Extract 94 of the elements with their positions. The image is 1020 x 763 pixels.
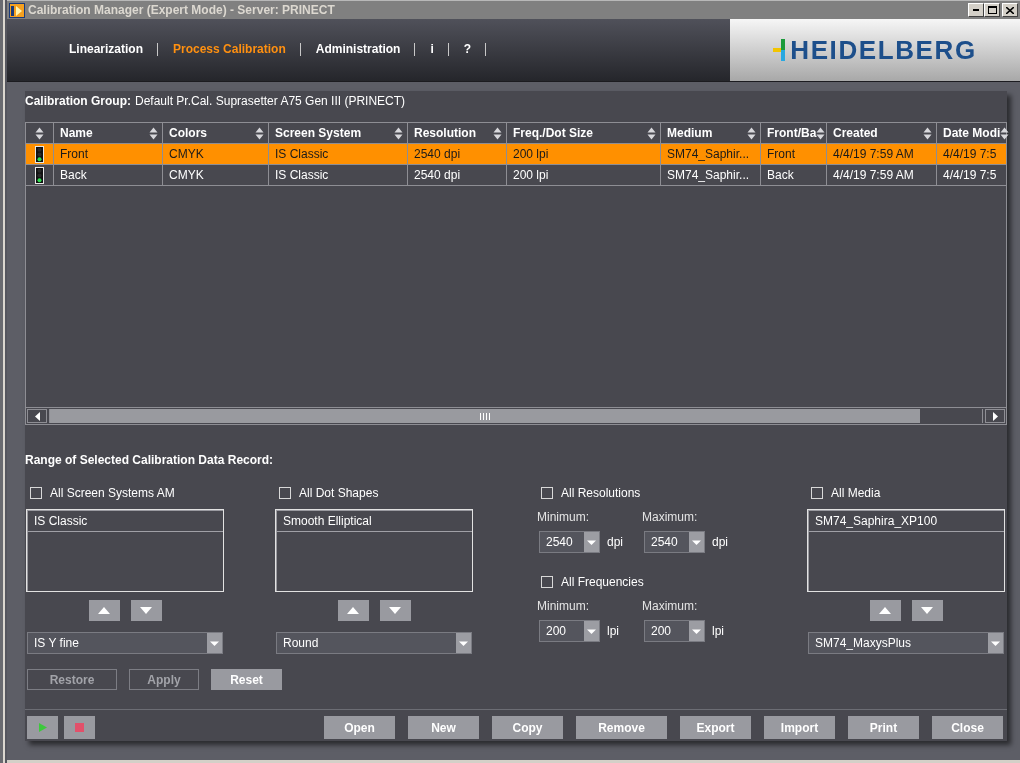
scroll-right-button[interactable]: [985, 409, 1005, 423]
down-triangle-icon: [921, 607, 933, 614]
checkbox[interactable]: [541, 576, 553, 588]
move-up-button[interactable]: [337, 600, 369, 621]
move-up-button[interactable]: [88, 600, 120, 621]
table-cell: 200 lpi: [507, 144, 661, 165]
dropdown[interactable]: SM74_MaxysPlus: [808, 632, 1004, 654]
checkbox[interactable]: [30, 487, 42, 499]
dropdown[interactable]: 200: [539, 620, 600, 642]
checkbox-label[interactable]: All Resolutions: [561, 486, 641, 500]
table-cell: 2540 dpi: [408, 144, 507, 165]
table-cell: CMYK: [163, 144, 269, 165]
section-title: Range of Selected Calibration Data Record:: [25, 453, 275, 467]
table-cell: 4/4/19 7:59 AM: [827, 165, 937, 186]
sort-icon[interactable]: [647, 126, 656, 140]
move-up-button[interactable]: [869, 600, 901, 621]
nav-tab[interactable]: Administration: [315, 42, 401, 56]
checkbox[interactable]: [811, 487, 823, 499]
table-cell: SM74_Saphir...: [661, 165, 761, 186]
table-cell: IS Classic: [269, 165, 408, 186]
checkbox-label[interactable]: All Frequencies: [561, 575, 644, 589]
table-cell: Front: [54, 144, 163, 165]
table-cell: Back: [761, 165, 827, 186]
down-triangle-icon: [389, 607, 401, 614]
table-cell: SM74_Saphir...: [661, 144, 761, 165]
play-icon: [38, 723, 47, 732]
app-icon: [9, 2, 25, 18]
unit-label: dpi: [607, 535, 623, 549]
dropdown[interactable]: 2540: [539, 531, 600, 553]
checkbox[interactable]: [541, 487, 553, 499]
dropdown[interactable]: IS Y fine: [27, 632, 223, 654]
checkbox-label[interactable]: All Media: [831, 486, 881, 500]
checkbox[interactable]: [279, 487, 291, 499]
brand-logo: HEIDELBERG: [790, 37, 977, 63]
sort-icon[interactable]: [255, 126, 264, 140]
group-value: Default Pr.Cal. Suprasetter A75 Gen III (PRINECT): [135, 93, 406, 109]
table-cell: Front: [761, 144, 827, 165]
up-triangle-icon: [98, 607, 110, 614]
checkbox-label[interactable]: All Screen Systems AM: [50, 486, 175, 500]
window-title: Calibration Manager (Expert Mode) - Server: PRINECT: [28, 3, 335, 17]
sort-icon[interactable]: [816, 126, 826, 140]
move-down-button[interactable]: [130, 600, 162, 621]
right-arrow-icon: [992, 411, 998, 421]
sort-icon[interactable]: [35, 126, 44, 140]
stop-icon: [75, 723, 84, 732]
sort-icon[interactable]: [394, 126, 403, 140]
group-label: Calibration Group:: [25, 93, 131, 109]
field-label: Maximum:: [642, 599, 698, 613]
close-button[interactable]: [1002, 3, 1018, 17]
nav-tab[interactable]: i: [430, 42, 434, 56]
dropdown[interactable]: 2540: [644, 531, 705, 553]
table-cell: 4/4/19 7:59 AM: [827, 144, 937, 165]
sort-icon[interactable]: [493, 126, 502, 140]
down-triangle-icon: [140, 607, 152, 614]
nav-tab[interactable]: ?: [463, 42, 472, 56]
dropdown[interactable]: 200: [644, 620, 705, 642]
table-row[interactable]: Front CMYK IS Classic 2540 dpi 200 lpi SM74_Saphir... Front 4/4/19 7:59 AM 4/4/19 7:5: [26, 144, 1006, 165]
sort-icon[interactable]: [149, 126, 158, 140]
left-arrow-icon: [34, 411, 40, 421]
up-triangle-icon: [879, 607, 891, 614]
table-cell: 4/4/19 7:5: [937, 165, 1006, 186]
grip-icon: [480, 412, 491, 420]
nav-tab[interactable]: Linearization: [69, 42, 143, 56]
sort-icon[interactable]: [1000, 126, 1010, 140]
maximize-icon: [987, 6, 997, 14]
table-row[interactable]: Back CMYK IS Classic 2540 dpi 200 lpi SM74_Saphir... Back 4/4/19 7:59 AM 4/4/19 7:5: [26, 165, 1006, 186]
nav-tab[interactable]: Process Calibration: [173, 42, 286, 56]
unit-label: lpi: [712, 624, 724, 638]
minimize-button[interactable]: [968, 3, 984, 17]
table-cell: 200 lpi: [507, 165, 661, 186]
up-triangle-icon: [347, 607, 359, 614]
field-label: Maximum:: [642, 510, 698, 524]
table-cell: IS Classic: [269, 144, 408, 165]
field-label: Minimum:: [537, 510, 589, 524]
list-item[interactable]: IS Classic: [27, 510, 223, 532]
move-down-button[interactable]: [911, 600, 943, 621]
checkbox-label[interactable]: All Dot Shapes: [299, 486, 379, 500]
close-icon: [1006, 6, 1014, 14]
table-cell: CMYK: [163, 165, 269, 186]
list-item[interactable]: Smooth Elliptical: [276, 510, 472, 532]
list-item[interactable]: SM74_Saphira_XP100: [808, 510, 1004, 532]
unit-label: dpi: [712, 535, 728, 549]
sort-icon[interactable]: [923, 126, 932, 140]
dropdown[interactable]: Round: [276, 632, 472, 654]
minimize-icon: [973, 9, 979, 11]
scroll-left-button[interactable]: [27, 409, 47, 423]
unit-label: lpi: [607, 624, 619, 638]
table-cell: 4/4/19 7:5: [937, 144, 1006, 165]
maximize-button[interactable]: [984, 3, 1000, 17]
move-down-button[interactable]: [379, 600, 411, 621]
table-cell: Back: [54, 165, 163, 186]
field-label: Minimum:: [537, 599, 589, 613]
table-cell: 2540 dpi: [408, 165, 507, 186]
sort-icon[interactable]: [747, 126, 756, 140]
